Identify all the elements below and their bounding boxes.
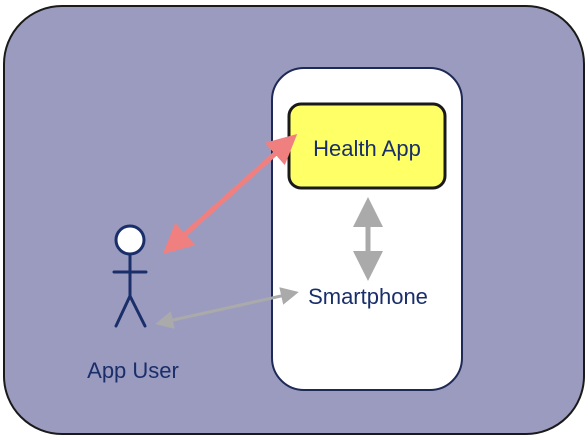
diagram-svg: Health App Smartphone App User xyxy=(3,5,585,435)
diagram-canvas: Health App Smartphone App User xyxy=(0,0,588,440)
app-user-label: App User xyxy=(87,358,179,383)
health-app-label: Health App xyxy=(313,136,421,161)
smartphone-label: Smartphone xyxy=(308,284,428,309)
